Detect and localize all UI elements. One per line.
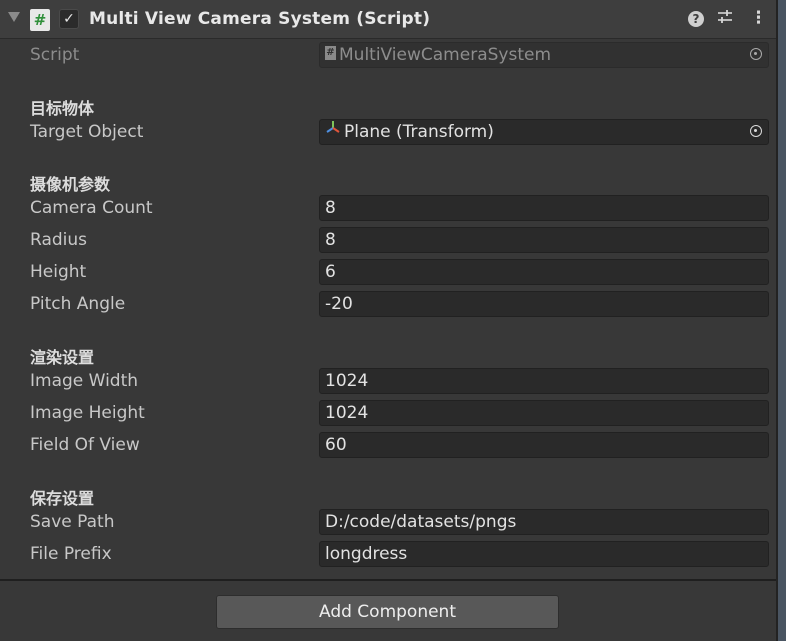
camera-count-label: Camera Count (30, 198, 153, 218)
save-path-label: Save Path (30, 512, 115, 532)
section-target-heading: 目标物体 (30, 99, 95, 118)
object-picker-icon[interactable] (750, 125, 762, 137)
target-object-value: Plane (Transform) (344, 122, 494, 142)
component-divider (0, 579, 776, 581)
target-object-label: Target Object (30, 122, 144, 142)
height-input[interactable]: 6 (319, 259, 769, 285)
image-height-input[interactable]: 1024 (319, 400, 769, 426)
pitch-angle-input[interactable]: -20 (319, 291, 769, 317)
script-field[interactable]: # MultiViewCameraSystem (319, 42, 769, 68)
height-label: Height (30, 262, 87, 282)
script-label: Script (30, 45, 80, 65)
script-hash-icon: # (30, 9, 50, 31)
script-asset-icon: # (325, 46, 336, 60)
section-render-heading: 渲染设置 (30, 348, 95, 367)
section-camera-heading: 摄像机参数 (30, 175, 111, 194)
target-object-field[interactable]: Plane (Transform) (319, 119, 769, 145)
component-header[interactable]: # ✓ Multi View Camera System (Script) ? … (0, 0, 776, 39)
add-component-button[interactable]: Add Component (216, 595, 559, 629)
pitch-angle-label: Pitch Angle (30, 294, 126, 314)
save-path-input[interactable]: D:/code/datasets/pngs (319, 509, 769, 535)
transform-icon (325, 120, 341, 142)
field-of-view-label: Field Of View (30, 435, 140, 455)
field-of-view-input[interactable]: 60 (319, 432, 769, 458)
component-title: Multi View Camera System (Script) (89, 9, 431, 29)
file-prefix-label: File Prefix (30, 544, 112, 564)
image-width-input[interactable]: 1024 (319, 368, 769, 394)
fold-arrow-icon[interactable] (8, 12, 20, 22)
radius-input[interactable]: 8 (319, 227, 769, 253)
image-width-label: Image Width (30, 371, 139, 391)
object-picker-icon[interactable] (750, 48, 762, 60)
file-prefix-input[interactable]: longdress (319, 541, 769, 567)
component-enabled-checkbox[interactable]: ✓ (59, 9, 79, 29)
section-save-heading: 保存设置 (30, 489, 95, 508)
window-edge (776, 0, 786, 641)
camera-count-input[interactable]: 8 (319, 195, 769, 221)
preset-sliders-icon[interactable] (717, 9, 733, 30)
radius-label: Radius (30, 230, 88, 250)
script-field-value: MultiViewCameraSystem (339, 45, 552, 65)
help-icon[interactable]: ? (688, 11, 704, 27)
image-height-label: Image Height (30, 403, 145, 423)
kebab-menu-icon[interactable]: ⋮ (750, 8, 767, 28)
inspector-panel: # ✓ Multi View Camera System (Script) ? … (0, 0, 776, 641)
